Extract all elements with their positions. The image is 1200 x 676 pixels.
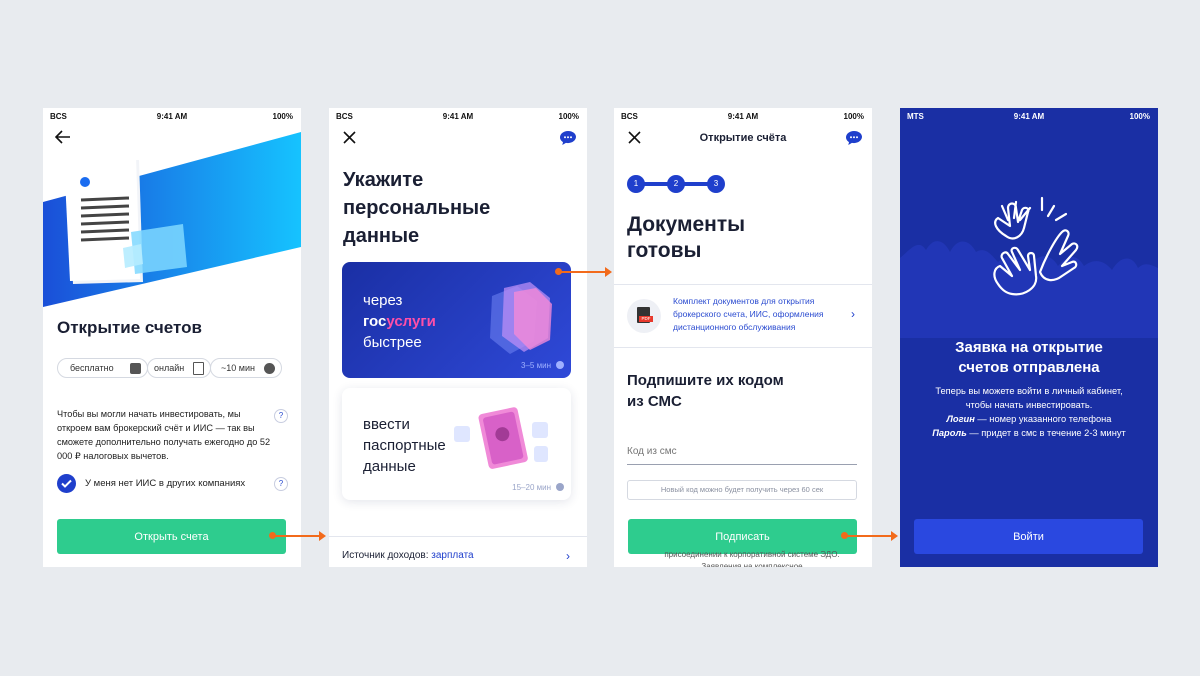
chat-icon[interactable] [845, 130, 863, 151]
documents-row[interactable]: PDF Комплект документов для открытия бро… [614, 285, 872, 347]
chevron-right-icon: › [851, 307, 855, 321]
status-bar: MTS 9:41 AM 100% [900, 108, 1158, 124]
clock: 9:41 AM [442, 112, 474, 121]
flow-arrow [273, 531, 326, 541]
chip-online: онлайн [147, 358, 211, 378]
description: Чтобы вы могли начать инвестировать, мы … [57, 409, 271, 461]
divider [329, 536, 587, 537]
status-bar: BCS 9:41 AM 100% [329, 108, 587, 124]
hero-illustration [43, 132, 301, 307]
chip-time: ~10 мин [210, 358, 282, 378]
sms-code-input[interactable] [627, 438, 857, 465]
card-text: через госуслуги быстрее [363, 292, 436, 351]
header-title: Открытие счёта [699, 132, 787, 144]
income-value: зарплата [431, 550, 474, 561]
help-icon[interactable]: ? [274, 477, 288, 491]
clock: 9:41 AM [727, 112, 759, 121]
gift-icon [130, 362, 141, 374]
clock: 9:41 AM [1013, 112, 1045, 121]
status-bar: BCS 9:41 AM 100% [614, 108, 872, 124]
page-title: Укажите персональные данные [343, 169, 491, 247]
documents-link: Комплект документов для открытия брокерс… [673, 296, 824, 332]
step-3: 3 [707, 175, 725, 193]
login-label: Логин [946, 414, 975, 424]
crystal-illustration [490, 282, 552, 354]
document-check-icon [193, 361, 204, 375]
card-text: ввести паспортные данные [363, 416, 446, 475]
chevron-right-icon: › [566, 549, 570, 563]
screen-personal-data: BCS 9:41 AM 100% Укажите персональные да… [329, 108, 587, 567]
clapping-hands-icon [993, 196, 1079, 296]
step-indicator: 1 2 3 [627, 175, 727, 193]
uslugi-label: услуги [386, 313, 436, 330]
chip-free: бесплатно [57, 358, 148, 378]
passport-card[interactable]: ввести паспортные данные 15–20 мин [342, 388, 571, 500]
chat-icon[interactable] [559, 130, 577, 151]
footer-text: присоединении к корпоративной системе ЭД… [664, 550, 840, 567]
info-text: Теперь вы можете войти в личный кабинет,… [932, 386, 1126, 438]
page-title: Открытие счетов [57, 318, 202, 337]
step-1: 1 [627, 175, 645, 193]
screen-open-accounts: BCS 9:41 AM 100% Открытие счетов бесплат… [43, 108, 301, 567]
battery: 100% [272, 112, 293, 121]
page-title: Заявка на открытие счетов отправлена [955, 339, 1103, 376]
open-accounts-button[interactable]: Открыть счета [57, 519, 286, 554]
clock-icon [264, 362, 275, 374]
password-label: Пароль [932, 428, 967, 438]
page-title: Документы готовы [627, 213, 746, 262]
battery: 100% [558, 112, 579, 121]
income-row[interactable]: Источник доходов: зарплата [342, 550, 474, 561]
flow-arrow [845, 531, 898, 541]
status-bar: BCS 9:41 AM 100% [43, 108, 301, 124]
checkbox[interactable] [57, 474, 76, 493]
clock-icon [556, 483, 564, 491]
screen-application-sent: MTS 9:41 AM 100% Заявка на открытие счет… [900, 108, 1158, 567]
login-button[interactable]: Войти [914, 519, 1143, 554]
step-2: 2 [667, 175, 685, 193]
gosuslugi-card[interactable]: через госуслуги быстрее 3–5 мин [342, 262, 571, 378]
gos-label: гос [363, 313, 387, 330]
clock: 9:41 AM [156, 112, 188, 121]
clock-icon [556, 361, 564, 369]
card-time: 15–20 мин [512, 483, 551, 492]
divider [614, 347, 872, 348]
sms-title: Подпишите их кодом из СМС [627, 372, 784, 410]
resend-hint: Новый код можно будет получить через 60 … [627, 480, 857, 500]
help-icon[interactable]: ? [274, 409, 288, 423]
close-icon[interactable] [343, 131, 356, 149]
battery: 100% [843, 112, 864, 121]
card-time: 3–5 мин [521, 361, 551, 370]
pdf-icon: PDF [627, 299, 661, 333]
screen-documents-ready: BCS 9:41 AM 100% Открытие счёта 1 2 3 До… [614, 108, 872, 567]
flow-arrow [559, 267, 612, 277]
check-icon [61, 479, 72, 488]
checkbox-label: У меня нет ИИС в других компаниях [85, 478, 246, 489]
battery: 100% [1129, 112, 1150, 121]
passport-illustration [454, 407, 548, 469]
